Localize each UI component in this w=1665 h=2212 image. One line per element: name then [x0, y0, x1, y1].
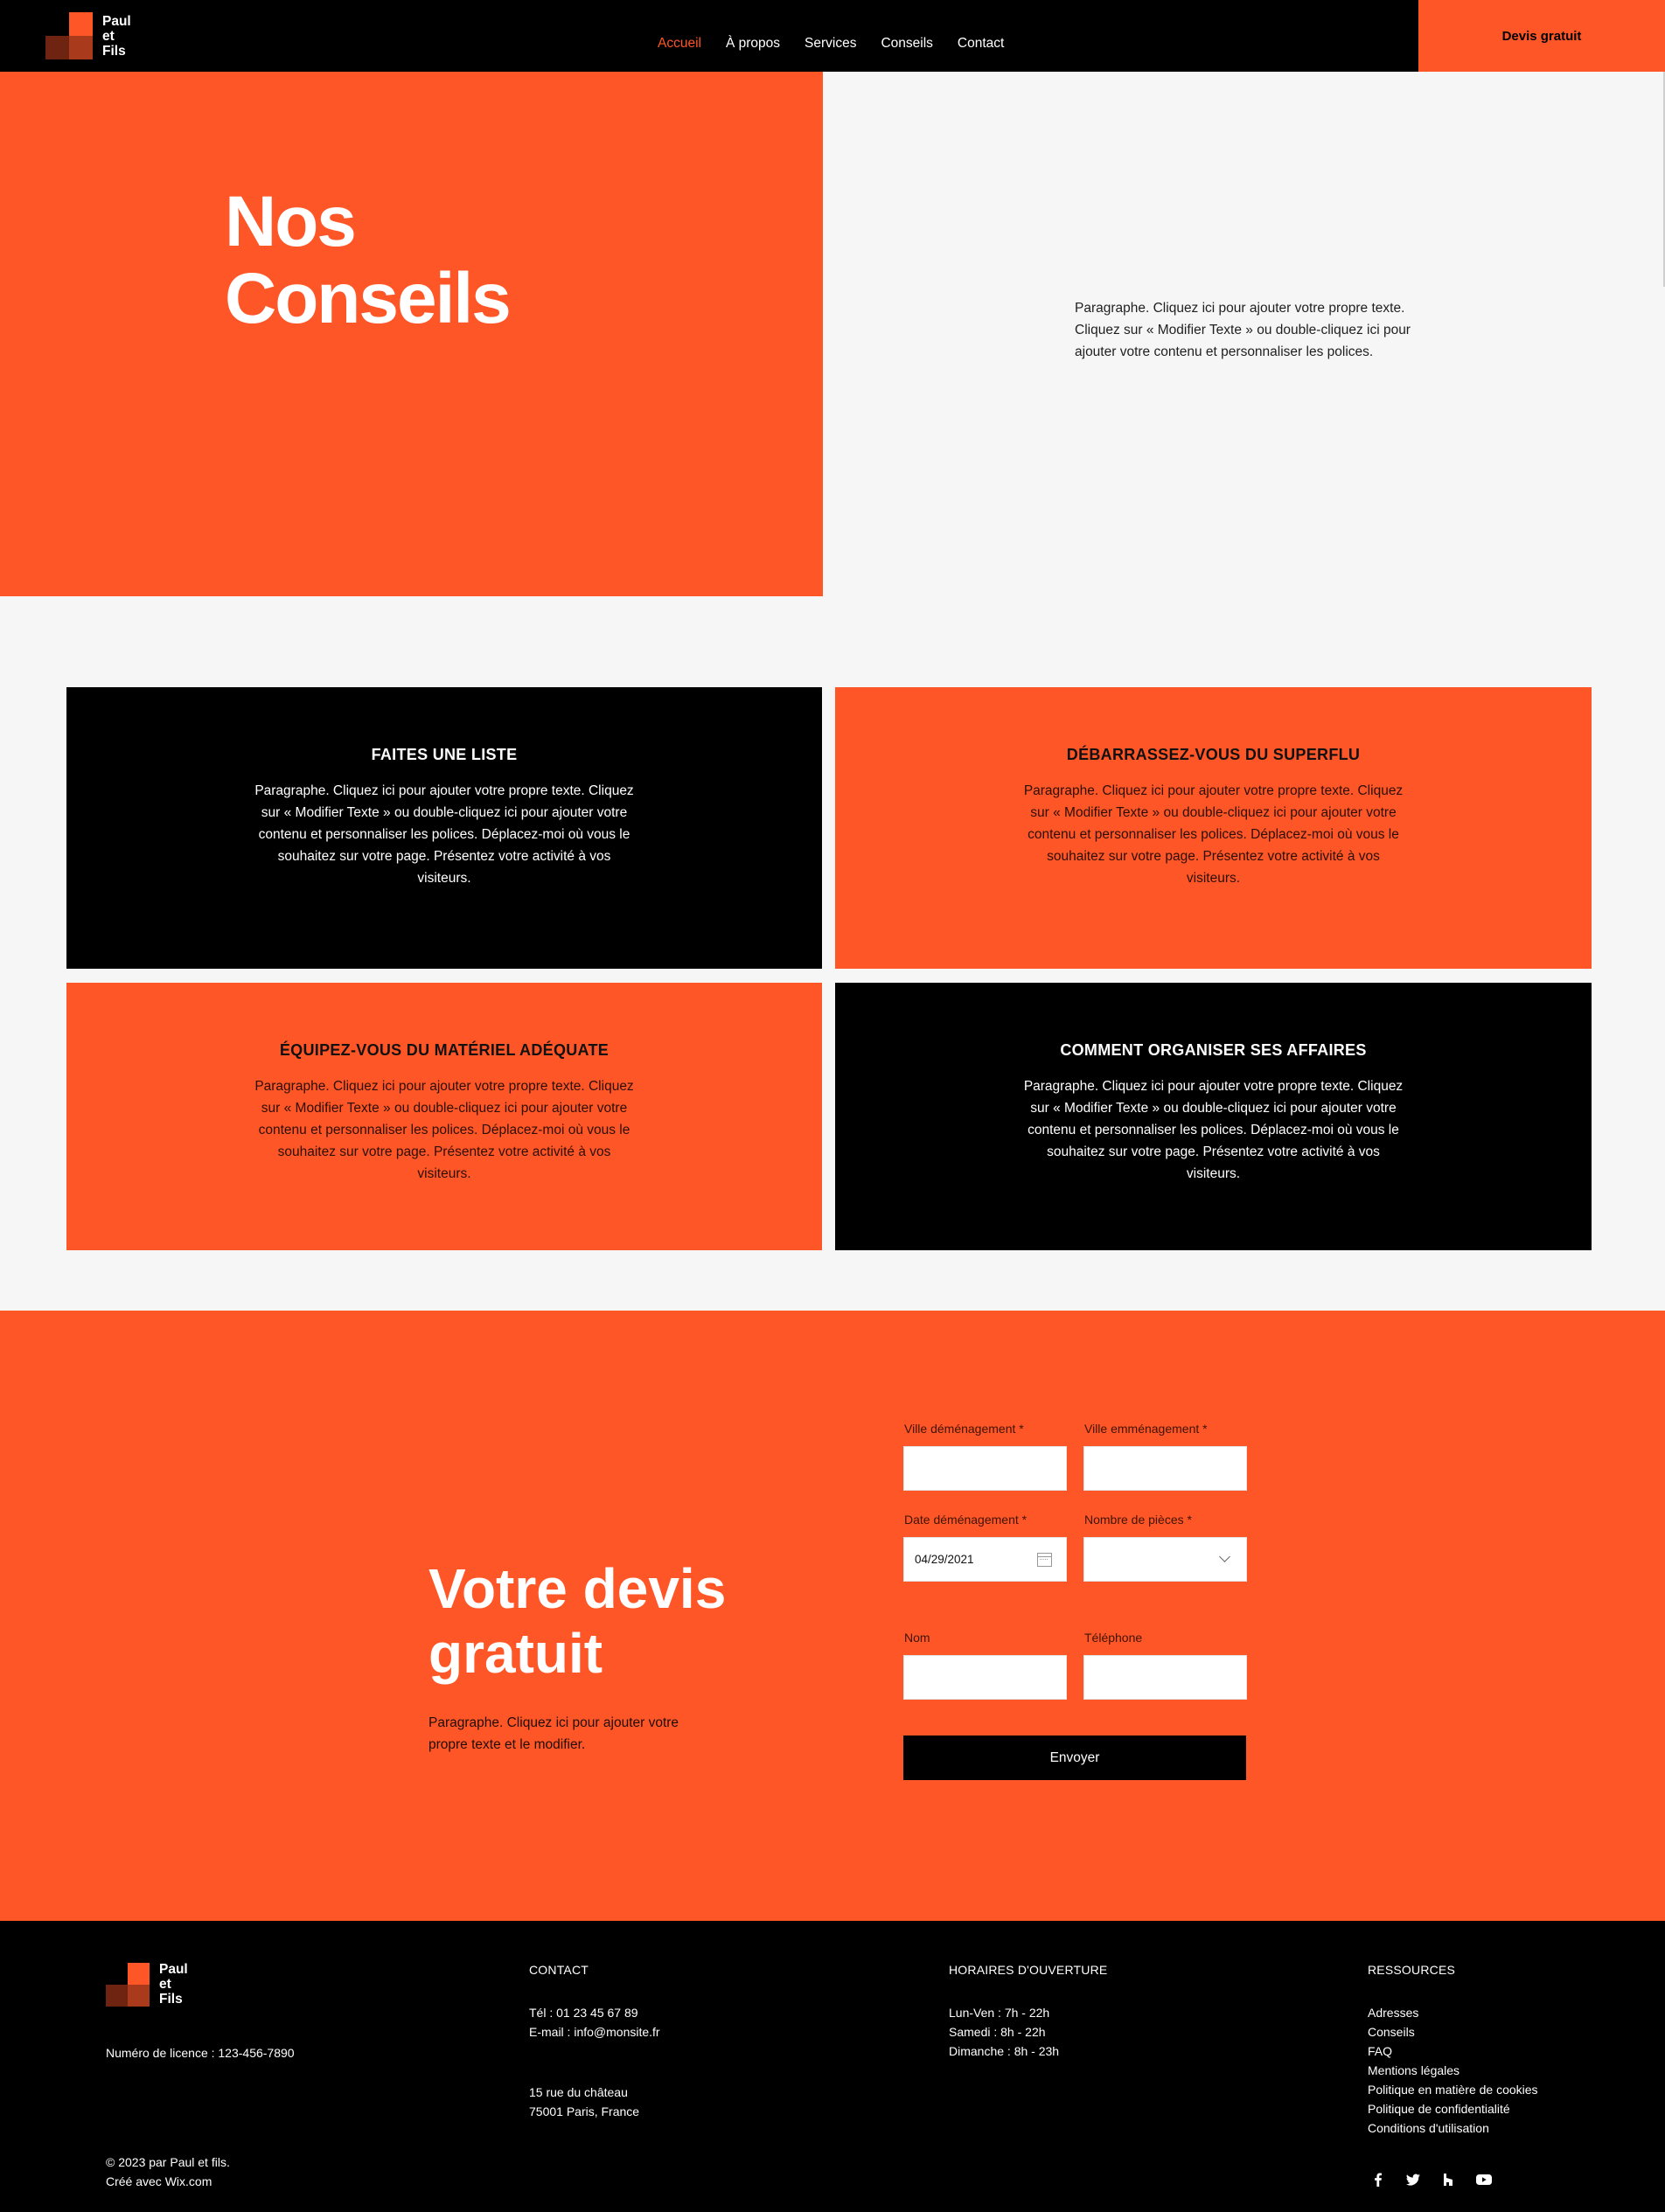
- tip-title: DÉBARRASSEZ-VOUS DU SUPERFLU: [1066, 746, 1361, 763]
- tip-card-organize: COMMENT ORGANISER SES AFFAIRES Paragraph…: [835, 983, 1592, 1250]
- rooms-label: Nombre de pièces *: [1084, 1513, 1192, 1527]
- tip-text: Paragraphe. Cliquez ici pour ajouter vot…: [1023, 1079, 1404, 1181]
- resource-link[interactable]: Adresses: [1368, 2003, 1538, 2022]
- contact-heading: CONTACT: [529, 1963, 589, 1977]
- phone-input[interactable]: [1083, 1655, 1247, 1700]
- resource-link[interactable]: Politique de confidentialité: [1368, 2099, 1538, 2118]
- logo-mark-icon: [45, 12, 93, 59]
- opening-hours: Lun-Ven : 7h - 22h Samedi : 8h - 22h Dim…: [949, 2006, 1060, 2058]
- brand-name: Paul et Fils: [159, 1962, 188, 2007]
- tip-text: Paragraphe. Cliquez ici pour ajouter vot…: [254, 1079, 634, 1181]
- tip-card-declutter: DÉBARRASSEZ-VOUS DU SUPERFLU Paragraphe.…: [835, 687, 1592, 969]
- quote-title: Votre devis gratuit: [428, 1557, 727, 1685]
- brand-name: Paul et Fils: [102, 13, 131, 59]
- page-title: Nos Conseils: [225, 182, 512, 338]
- nav-item-services[interactable]: Services: [805, 35, 856, 52]
- nav-item-conseils[interactable]: Conseils: [881, 35, 932, 52]
- submit-button[interactable]: Envoyer: [903, 1736, 1246, 1780]
- resources-heading: RESSOURCES: [1368, 1963, 1456, 1977]
- free-quote-button[interactable]: Devis gratuit: [1418, 0, 1665, 72]
- resources-list: Adresses Conseils FAQ Mentions légales P…: [1368, 2003, 1538, 2138]
- tip-title: ÉQUIPEZ-VOUS DU MATÉRIEL ADÉQUATE: [279, 1041, 610, 1059]
- city-from-input[interactable]: [903, 1446, 1067, 1491]
- phone-label: Téléphone: [1084, 1631, 1143, 1645]
- quote-paragraph: Paragraphe. Cliquez ici pour ajouter vot…: [428, 1715, 679, 1752]
- tip-card-make-list: FAITES UNE LISTE Paragraphe. Cliquez ici…: [66, 687, 822, 969]
- logo-mark-icon: [106, 1962, 150, 2007]
- move-date-value: 04/29/2021: [915, 1553, 974, 1566]
- move-date-input[interactable]: 04/29/2021: [903, 1537, 1067, 1582]
- license-number: Numéro de licence : 123-456-7890: [106, 2046, 295, 2060]
- calendar-icon[interactable]: [1037, 1553, 1052, 1567]
- twitter-icon[interactable]: [1405, 2172, 1421, 2188]
- resource-link[interactable]: Politique en matière de cookies: [1368, 2080, 1538, 2099]
- nav-item-contact[interactable]: Contact: [958, 35, 1004, 52]
- youtube-icon[interactable]: [1475, 2172, 1492, 2188]
- resource-link[interactable]: Mentions légales: [1368, 2061, 1538, 2080]
- houzz-icon[interactable]: [1440, 2172, 1456, 2188]
- tip-title: FAITES UNE LISTE: [371, 746, 518, 763]
- resource-link[interactable]: FAQ: [1368, 2042, 1538, 2061]
- rooms-select[interactable]: [1083, 1537, 1247, 1582]
- main-nav: Accueil À propos Services Conseils Conta…: [658, 35, 1028, 52]
- city-from-label: Ville déménagement *: [904, 1422, 1024, 1436]
- tip-text: Paragraphe. Cliquez ici pour ajouter vot…: [254, 783, 634, 886]
- move-date-label: Date déménagement *: [904, 1513, 1028, 1527]
- name-input[interactable]: [903, 1655, 1067, 1700]
- tip-card-equipment: ÉQUIPEZ-VOUS DU MATÉRIEL ADÉQUATE Paragr…: [66, 983, 822, 1250]
- tip-title: COMMENT ORGANISER SES AFFAIRES: [1060, 1041, 1367, 1059]
- city-to-input[interactable]: [1083, 1446, 1247, 1491]
- nav-item-accueil[interactable]: Accueil: [658, 35, 701, 52]
- copyright: © 2023 par Paul et fils. Créé avec Wix.c…: [106, 2155, 230, 2188]
- resource-link[interactable]: Conseils: [1368, 2022, 1538, 2042]
- hours-heading: HORAIRES D'OUVERTURE: [949, 1963, 1108, 1977]
- city-to-label: Ville emménagement *: [1084, 1422, 1208, 1436]
- social-links: [1370, 2172, 1492, 2188]
- contact-details[interactable]: Tél : 01 23 45 67 89 E-mail : info@monsi…: [529, 2003, 660, 2042]
- footer-logo[interactable]: Paul et Fils: [106, 1962, 188, 2007]
- hero-paragraph: Paragraphe. Cliquez ici pour ajouter vot…: [1075, 301, 1411, 359]
- resource-link[interactable]: Conditions d'utilisation: [1368, 2118, 1538, 2138]
- nav-item-a-propos[interactable]: À propos: [726, 35, 780, 52]
- quote-section: [0, 1311, 1665, 1921]
- name-label: Nom: [904, 1631, 930, 1645]
- site-header: Paul et Fils Accueil À propos Services C…: [0, 0, 1665, 72]
- chevron-down-icon: [1219, 1551, 1230, 1562]
- facebook-icon[interactable]: [1370, 2172, 1386, 2188]
- brand-logo[interactable]: Paul et Fils: [45, 12, 131, 59]
- address: 15 rue du château 75001 Paris, France: [529, 2085, 640, 2118]
- tip-text: Paragraphe. Cliquez ici pour ajouter vot…: [1023, 783, 1404, 886]
